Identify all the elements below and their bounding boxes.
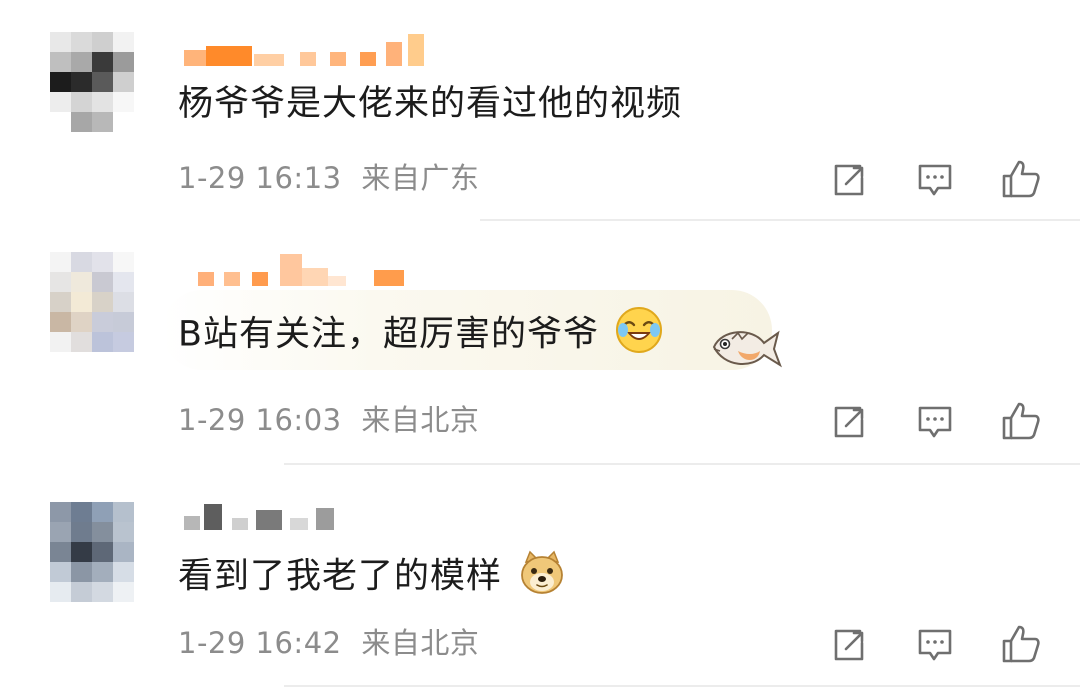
comment-text-content: 看到了我老了的模样: [178, 556, 503, 597]
reply-icon[interactable]: [914, 400, 956, 442]
comment-item: 看到了我老了的模样 1-29 16:42 来自北京: [0, 466, 1080, 689]
comment-actions: [828, 158, 1042, 200]
comment-text: 看到了我老了的模样: [178, 548, 566, 607]
share-icon[interactable]: [828, 158, 870, 200]
comment-meta: 1-29 16:13 来自广东: [178, 160, 479, 196]
comment-text: 杨爷爷是大佬来的看过他的视频: [178, 84, 683, 124]
comment-item: B站有关注，超厉害的爷爷 1-29 16:03 来自北京: [0, 222, 1080, 466]
like-icon[interactable]: [1000, 400, 1042, 442]
username-blurred[interactable]: [184, 496, 334, 530]
laughing-crying-emoji: [615, 306, 663, 365]
doge-emoji: [518, 548, 566, 607]
comment-time: 1-29 16:03: [178, 403, 342, 437]
comment-text: B站有关注，超厉害的爷爷: [178, 306, 663, 365]
divider: [284, 685, 1080, 687]
like-icon[interactable]: [1000, 623, 1042, 665]
avatar[interactable]: [50, 32, 134, 132]
divider: [480, 219, 1080, 221]
comment-time: 1-29 16:42: [178, 626, 342, 660]
comment-location: 来自北京: [361, 626, 480, 660]
share-icon[interactable]: [828, 623, 870, 665]
comment-text-content: B站有关注，超厉害的爷爷: [178, 314, 600, 355]
avatar[interactable]: [50, 502, 134, 602]
comment-location: 来自北京: [361, 403, 480, 437]
comment-item: 杨爷爷是大佬来的看过他的视频 1-29 16:13 来自广东: [0, 0, 1080, 222]
divider: [284, 463, 1080, 465]
reply-icon[interactable]: [914, 623, 956, 665]
like-icon[interactable]: [1000, 158, 1042, 200]
comment-actions: [828, 623, 1042, 665]
comment-meta: 1-29 16:03 来自北京: [178, 402, 479, 438]
comment-feed: 杨爷爷是大佬来的看过他的视频 1-29 16:13 来自广东 B站有关注，超厉害…: [0, 0, 1080, 689]
comment-location: 来自广东: [361, 161, 480, 195]
username-blurred[interactable]: [184, 32, 424, 66]
comment-meta: 1-29 16:42 来自北京: [178, 625, 479, 661]
comment-time: 1-29 16:13: [178, 161, 342, 195]
fish-sticker-icon: [708, 317, 782, 377]
reply-icon[interactable]: [914, 158, 956, 200]
username-blurred[interactable]: [184, 252, 404, 286]
avatar[interactable]: [50, 252, 134, 352]
comment-actions: [828, 400, 1042, 442]
share-icon[interactable]: [828, 400, 870, 442]
